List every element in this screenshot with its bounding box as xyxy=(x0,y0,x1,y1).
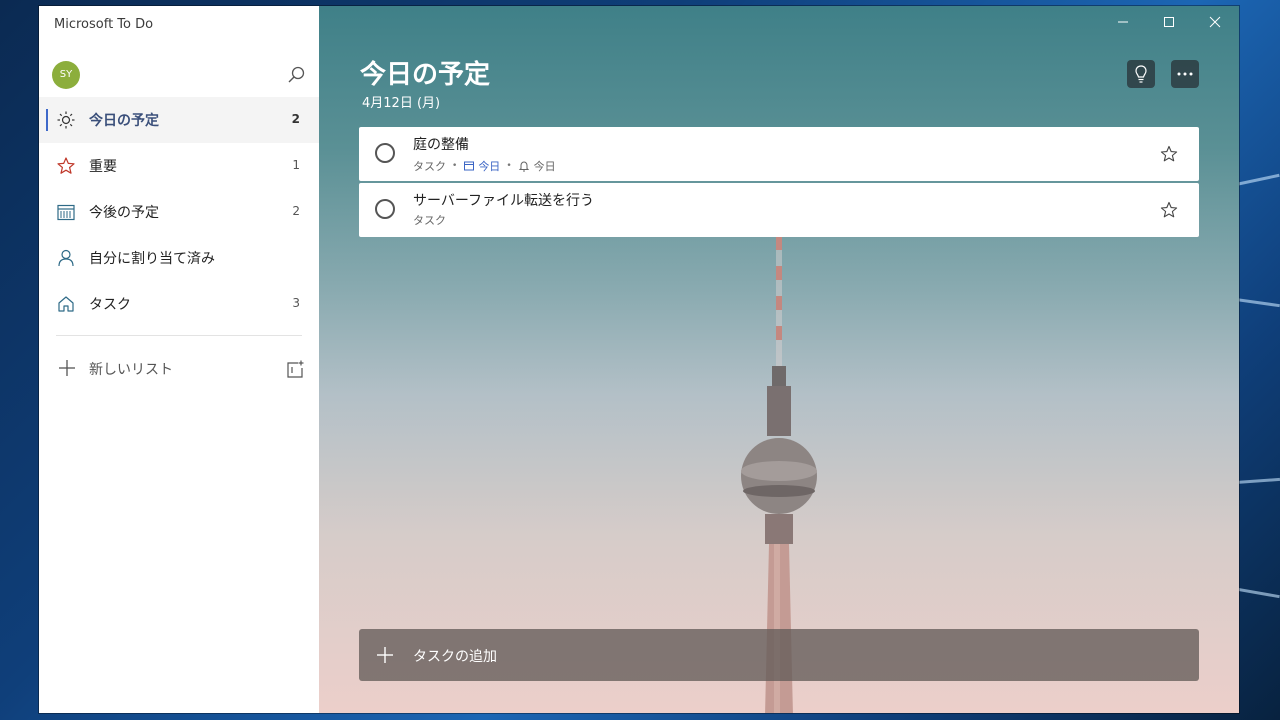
sidebar-item-my-day[interactable]: 今日の予定 2 xyxy=(39,97,319,143)
maximize-button[interactable] xyxy=(1146,10,1192,40)
sidebar-divider xyxy=(56,335,302,336)
sidebar-item-tasks[interactable]: タスク 3 xyxy=(39,281,319,327)
minimize-icon xyxy=(1118,21,1128,23)
sidebar-item-label: 今後の予定 xyxy=(89,205,159,221)
task-title: 庭の整備 xyxy=(413,137,469,153)
sun-icon xyxy=(57,111,75,129)
task-item[interactable]: 庭の整備 タスク • 今日 • 今日 xyxy=(359,127,1199,181)
page-title: 今日の予定 xyxy=(360,60,491,90)
maximize-icon xyxy=(1164,17,1174,27)
new-group-icon xyxy=(287,360,304,378)
page-date: 4月12日 (月) xyxy=(362,96,441,111)
sidebar: Microsoft To Do SY 今日の予定 2 重要 1 今後の予定 2 … xyxy=(39,6,319,713)
sidebar-item-count: 2 xyxy=(291,112,300,126)
task-item[interactable]: サーバーファイル転送を行う タスク xyxy=(359,183,1199,237)
person-icon xyxy=(58,249,74,267)
main-panel: 今日の予定 4月12日 (月) 庭の整備 タスク • 今日 • 今日 サーバーフ… xyxy=(319,6,1239,713)
sidebar-item-label: 重要 xyxy=(89,159,117,175)
task-list-name: タスク xyxy=(413,214,446,227)
sidebar-item-label: 今日の予定 xyxy=(89,113,159,129)
sidebar-item-count: 3 xyxy=(292,296,300,310)
task-importance-button[interactable] xyxy=(1159,144,1179,164)
avatar[interactable]: SY xyxy=(52,61,80,89)
task-meta: タスク xyxy=(413,212,446,228)
sidebar-item-important[interactable]: 重要 1 xyxy=(39,143,319,189)
sidebar-item-count: 1 xyxy=(292,158,300,172)
star-icon xyxy=(1160,201,1178,218)
task-reminder-label: 今日 xyxy=(533,160,556,173)
calendar-icon xyxy=(464,161,475,171)
close-icon xyxy=(1209,16,1221,28)
search-button[interactable] xyxy=(285,64,307,86)
home-icon xyxy=(58,296,74,312)
star-icon xyxy=(57,157,75,174)
sidebar-item-planned[interactable]: 今後の予定 2 xyxy=(39,189,319,235)
new-list-button[interactable]: 新しいリスト xyxy=(39,351,319,387)
task-meta: タスク • 今日 • 今日 xyxy=(413,158,556,174)
task-title: サーバーファイル転送を行う xyxy=(413,193,595,209)
sidebar-item-count: 2 xyxy=(292,204,300,218)
sidebar-item-label: タスク xyxy=(89,297,131,313)
meta-separator: • xyxy=(506,161,512,171)
new-list-label: 新しいリスト xyxy=(89,362,173,378)
task-list-name: タスク xyxy=(413,160,446,173)
close-button[interactable] xyxy=(1192,10,1238,40)
app-title: Microsoft To Do xyxy=(54,17,154,32)
add-task-input[interactable]: タスクの追加 xyxy=(359,629,1199,681)
more-icon xyxy=(1177,72,1193,76)
sidebar-nav: 今日の予定 2 重要 1 今後の予定 2 自分に割り当て済み タスク 3 xyxy=(39,97,319,327)
task-importance-button[interactable] xyxy=(1159,200,1179,220)
minimize-button[interactable] xyxy=(1100,10,1146,40)
suggestions-button[interactable] xyxy=(1127,60,1155,88)
new-group-button[interactable] xyxy=(285,359,305,379)
bell-icon xyxy=(518,161,529,172)
task-due: 今日 xyxy=(463,158,500,174)
sidebar-item-label: 自分に割り当て済み xyxy=(89,251,215,267)
sidebar-item-assigned-to-me[interactable]: 自分に割り当て済み xyxy=(39,235,319,281)
more-options-button[interactable] xyxy=(1171,60,1199,88)
task-complete-checkbox[interactable] xyxy=(375,143,395,163)
calendar-icon xyxy=(57,204,75,221)
task-due-label: 今日 xyxy=(478,160,501,173)
app-window: Microsoft To Do SY 今日の予定 2 重要 1 今後の予定 2 … xyxy=(39,6,1239,713)
plus-icon xyxy=(377,647,393,663)
task-reminder: 今日 xyxy=(518,158,556,174)
add-task-placeholder: タスクの追加 xyxy=(413,649,497,665)
search-icon xyxy=(288,66,305,83)
task-complete-checkbox[interactable] xyxy=(375,199,395,219)
plus-icon xyxy=(59,360,75,376)
lightbulb-icon xyxy=(1135,65,1147,83)
meta-separator: • xyxy=(452,161,458,171)
star-icon xyxy=(1160,145,1178,162)
